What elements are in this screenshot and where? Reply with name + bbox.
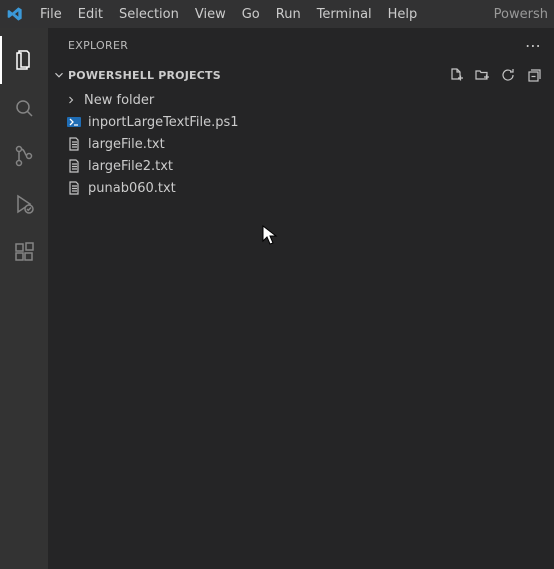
menu-item-edit[interactable]: Edit — [70, 0, 111, 28]
tree-file[interactable]: inportLargeTextFile.ps1 — [48, 111, 554, 133]
tree-item-label: largeFile2.txt — [88, 159, 173, 174]
explorer-section-header[interactable]: POWERSHELL PROJECTS — [48, 63, 554, 87]
text-file-icon — [66, 180, 82, 196]
title-bar: FileEditSelectionViewGoRunTerminalHelp P… — [0, 0, 554, 28]
vscode-logo-icon — [6, 5, 24, 23]
text-file-icon — [66, 136, 82, 152]
tree-item-label: inportLargeTextFile.ps1 — [88, 115, 239, 130]
menu-item-file[interactable]: File — [32, 0, 70, 28]
chevron-right-icon — [64, 94, 78, 106]
tree-file[interactable]: punab060.txt — [48, 177, 554, 199]
explorer-header: EXPLORER ⋯ — [48, 28, 554, 63]
menu-item-help[interactable]: Help — [380, 0, 426, 28]
tree-folder[interactable]: New folder — [48, 89, 554, 111]
menu-item-terminal[interactable]: Terminal — [309, 0, 380, 28]
menu-bar: FileEditSelectionViewGoRunTerminalHelp — [32, 0, 425, 28]
collapse-all-icon[interactable] — [526, 67, 542, 83]
powershell-file-icon — [66, 114, 82, 130]
tree-item-label: New folder — [84, 93, 154, 108]
activity-bar — [0, 28, 48, 569]
tree-file[interactable]: largeFile.txt — [48, 133, 554, 155]
activity-search-icon[interactable] — [0, 84, 48, 132]
tree-item-label: punab060.txt — [88, 181, 176, 196]
menu-item-view[interactable]: View — [187, 0, 234, 28]
window-title: Powersh — [494, 7, 548, 22]
explorer-title: EXPLORER — [68, 39, 128, 52]
menu-item-go[interactable]: Go — [234, 0, 268, 28]
menu-item-run[interactable]: Run — [268, 0, 309, 28]
more-actions-icon[interactable]: ⋯ — [525, 38, 542, 54]
activity-extensions-icon[interactable] — [0, 228, 48, 276]
file-tree: New folder inportLargeTextFile.ps1 largeFi… — [48, 87, 554, 199]
new-file-icon[interactable] — [448, 67, 464, 83]
tree-file[interactable]: largeFile2.txt — [48, 155, 554, 177]
activity-run-debug-icon[interactable] — [0, 180, 48, 228]
activity-explorer-icon[interactable] — [0, 36, 48, 84]
explorer-sidebar: EXPLORER ⋯ POWERSHELL PROJECTS — [48, 28, 554, 569]
activity-source-control-icon[interactable] — [0, 132, 48, 180]
chevron-down-icon — [52, 68, 66, 82]
explorer-section-label: POWERSHELL PROJECTS — [68, 69, 221, 82]
tree-item-label: largeFile.txt — [88, 137, 165, 152]
refresh-icon[interactable] — [500, 67, 516, 83]
menu-item-selection[interactable]: Selection — [111, 0, 187, 28]
new-folder-icon[interactable] — [474, 67, 490, 83]
text-file-icon — [66, 158, 82, 174]
